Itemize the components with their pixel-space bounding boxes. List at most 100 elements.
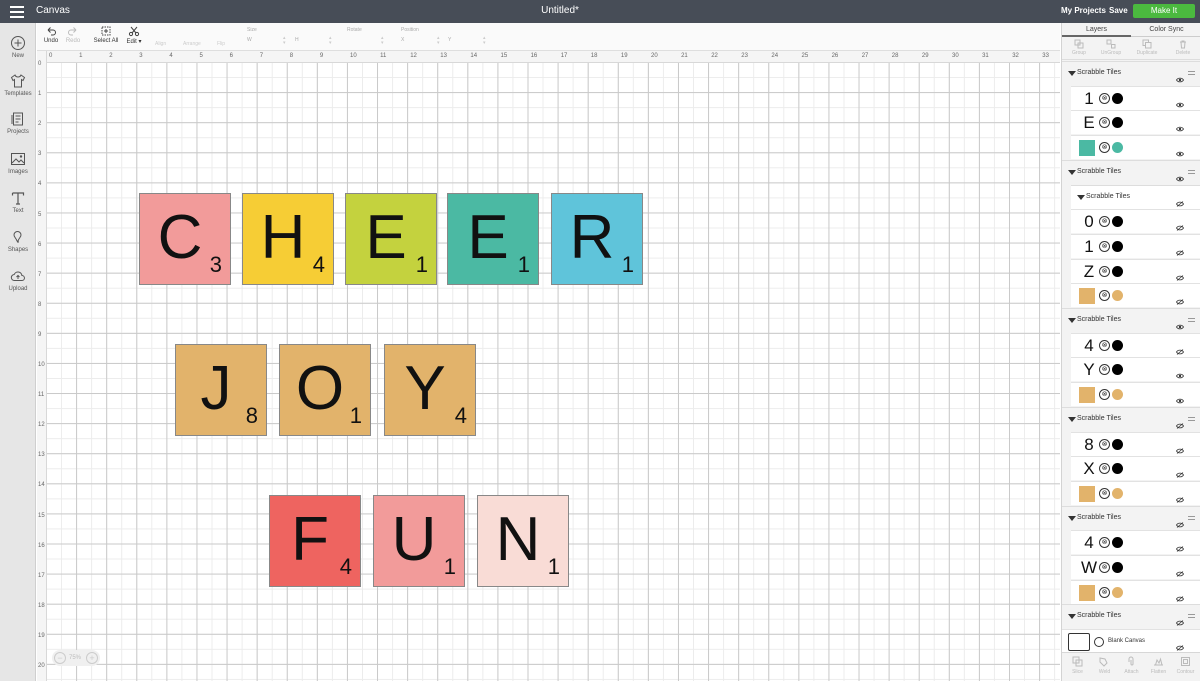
visibility-eye-icon[interactable] — [1176, 194, 1184, 207]
attach-toggle-icon[interactable]: ⊗ — [1099, 586, 1110, 598]
layer-color-dot[interactable] — [1112, 389, 1123, 401]
attach-toggle-icon[interactable]: ⊗ — [1099, 339, 1110, 351]
attach-toggle-icon[interactable]: ⊗ — [1099, 240, 1110, 252]
sidebar-item-projects[interactable]: Projects — [0, 111, 36, 135]
layer-item[interactable]: 1 ⊗ — [1071, 85, 1200, 110]
layer-group[interactable]: Scrabble Tiles — [1062, 159, 1200, 184]
layer-group[interactable]: Scrabble Tiles — [1062, 61, 1200, 85]
attach-toggle-icon[interactable]: ⊗ — [1099, 142, 1110, 154]
visibility-eye-icon[interactable] — [1176, 539, 1184, 553]
slice-button[interactable]: Slice — [1064, 656, 1091, 675]
layer-item[interactable]: 8 ⊗ — [1071, 431, 1200, 456]
expand-triangle-icon[interactable] — [1068, 515, 1076, 521]
visibility-eye-icon[interactable] — [1176, 515, 1184, 528]
width-stepper[interactable]: ▴ ▾ — [283, 36, 289, 46]
layer-color-dot[interactable] — [1112, 265, 1123, 277]
visibility-eye-icon[interactable] — [1176, 391, 1184, 404]
width-field[interactable]: W — [247, 37, 252, 43]
layer-item[interactable]: W ⊗ — [1071, 555, 1200, 579]
layer-item[interactable]: 4 ⊗ — [1071, 332, 1200, 357]
zoom-out-button[interactable]: − — [54, 652, 66, 664]
tile-joy-2[interactable]: Y4 — [384, 344, 476, 436]
x-stepper[interactable]: ▴ ▾ — [437, 36, 443, 46]
undo-button[interactable]: Undo — [42, 25, 60, 44]
visibility-eye-icon[interactable] — [1176, 292, 1184, 306]
attach-toggle-icon[interactable]: ⊗ — [1099, 463, 1110, 475]
expand-triangle-icon[interactable] — [1068, 614, 1076, 620]
visibility-eye-icon[interactable] — [1176, 119, 1184, 132]
layer-item[interactable]: X ⊗ — [1071, 456, 1200, 481]
layer-color-dot[interactable] — [1112, 339, 1123, 351]
layer-color-dot[interactable] — [1112, 240, 1123, 252]
duplicate-button[interactable]: Duplicate — [1132, 39, 1162, 56]
visibility-eye-icon[interactable] — [1176, 613, 1184, 627]
layer-group[interactable]: Scrabble Tiles — [1062, 604, 1200, 629]
attach-toggle-icon[interactable]: ⊗ — [1099, 487, 1110, 499]
layer-color-dot[interactable] — [1112, 117, 1123, 129]
tile-cheer-4[interactable]: R1 — [551, 193, 643, 285]
blank-canvas-swatch[interactable] — [1068, 633, 1090, 652]
height-field[interactable]: H — [295, 37, 299, 43]
x-field[interactable]: X — [401, 37, 404, 43]
make-it-button[interactable]: Make It — [1133, 4, 1195, 18]
layer-item[interactable]: Z ⊗ — [1071, 258, 1200, 283]
layer-item[interactable]: Y ⊗ — [1071, 357, 1200, 382]
sidebar-item-images[interactable]: Images — [0, 151, 36, 175]
layer-color-dot[interactable] — [1112, 290, 1123, 302]
layer-group[interactable]: Scrabble Tiles — [1062, 505, 1200, 530]
visibility-eye-icon[interactable] — [1176, 70, 1184, 83]
contour-button[interactable]: Contour — [1172, 656, 1199, 675]
drag-handle-icon[interactable] — [1188, 515, 1195, 520]
my-projects-link[interactable]: My Projects — [1061, 6, 1106, 15]
drag-handle-icon[interactable] — [1188, 416, 1195, 421]
height-stepper[interactable]: ▴ ▾ — [329, 36, 335, 46]
expand-triangle-icon[interactable] — [1068, 71, 1076, 76]
drag-handle-icon[interactable] — [1188, 71, 1195, 75]
attach-toggle-icon[interactable]: ⊗ — [1099, 92, 1110, 104]
layer-item[interactable]: ⊗ — [1071, 135, 1200, 160]
visibility-eye-icon[interactable] — [1176, 490, 1184, 503]
visibility-eye-icon[interactable] — [1176, 169, 1184, 182]
visibility-eye-icon[interactable] — [1176, 638, 1184, 651]
zoom-in-button[interactable]: + — [86, 652, 98, 664]
y-field[interactable]: Y — [448, 37, 451, 43]
flatten-button[interactable]: Flatten — [1145, 656, 1172, 675]
drag-handle-icon[interactable] — [1188, 169, 1195, 174]
layer-item[interactable]: E ⊗ — [1071, 110, 1200, 135]
layer-color-dot[interactable] — [1112, 142, 1123, 154]
attach-toggle-icon[interactable]: ⊗ — [1099, 216, 1110, 228]
layer-item[interactable]: ⊗ — [1071, 579, 1200, 604]
attach-toggle-icon[interactable]: ⊗ — [1099, 117, 1110, 129]
layer-item[interactable]: ⊗ — [1071, 283, 1200, 308]
layer-group[interactable]: Scrabble Tiles — [1062, 406, 1200, 431]
layer-color-dot[interactable] — [1112, 562, 1123, 573]
layer-item[interactable]: ⊗ — [1071, 480, 1200, 505]
layer-color-dot[interactable] — [1112, 487, 1123, 499]
sidebar-item-shapes[interactable]: Shapes — [0, 229, 36, 253]
visibility-eye-icon[interactable] — [1176, 268, 1184, 281]
layer-color-dot[interactable] — [1112, 364, 1123, 376]
attach-toggle-icon[interactable]: ⊗ — [1099, 364, 1110, 376]
tile-fun-0[interactable]: F4 — [269, 495, 361, 587]
layer-color-dot[interactable] — [1112, 92, 1123, 104]
layer-color-dot[interactable] — [1112, 537, 1123, 549]
design-canvas[interactable]: C3H4E1E1R1J8O1Y4F4U1N1 — [47, 63, 1060, 681]
visibility-eye-icon[interactable] — [1176, 589, 1184, 602]
expand-triangle-icon[interactable] — [1068, 318, 1076, 323]
layer-item[interactable]: 0 ⊗ — [1071, 209, 1200, 234]
tile-joy-0[interactable]: J8 — [175, 344, 267, 436]
delete-button[interactable]: Delete — [1168, 39, 1198, 56]
layer-subgroup[interactable]: Scrabble Tiles — [1071, 184, 1200, 209]
tab-layers[interactable]: Layers — [1062, 23, 1131, 37]
layer-color-dot[interactable] — [1112, 463, 1123, 475]
visibility-eye-icon[interactable] — [1176, 465, 1184, 478]
tile-cheer-1[interactable]: H4 — [242, 193, 334, 285]
ungroup-button[interactable]: UnGroup — [1096, 39, 1126, 56]
attach-toggle-icon[interactable]: ⊗ — [1099, 389, 1110, 401]
visibility-eye-icon[interactable] — [1176, 243, 1184, 256]
tile-fun-1[interactable]: U1 — [373, 495, 465, 587]
drag-handle-icon[interactable] — [1188, 614, 1195, 619]
layer-item[interactable]: 1 ⊗ — [1071, 233, 1200, 258]
blank-canvas-color[interactable] — [1094, 637, 1104, 648]
layer-color-dot[interactable] — [1112, 438, 1123, 450]
